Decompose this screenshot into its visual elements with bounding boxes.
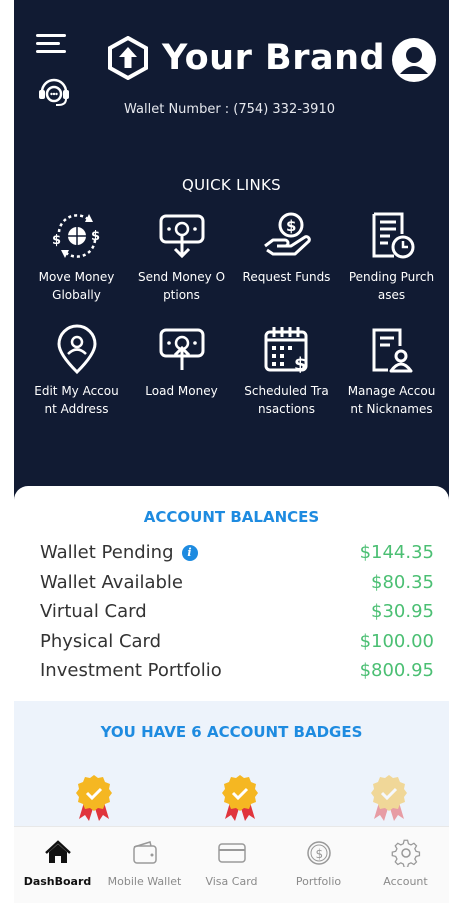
brand-name: Your Brand [162,38,386,78]
quick-link-load-money[interactable]: Load Money [129,324,234,418]
header: Your Brand Wallet Number : (754) 332-391… [14,0,449,505]
svg-text:$: $ [294,354,307,375]
gold-badge-icon[interactable] [75,773,113,823]
balance-list: Wallet Pending i $144.35 Wallet Availabl… [40,538,434,686]
svg-text:$: $ [91,229,100,244]
balance-value: $100.00 [359,630,434,652]
nav-label: Visa Card [205,875,258,888]
nav-visa-card[interactable]: Visa Card [188,827,275,903]
location-pin-user-icon [56,324,97,375]
send-money-icon [159,214,204,259]
quick-link-manage-nicknames[interactable]: Manage Account Nicknames [339,324,444,418]
dollar-coin-icon: $ [306,841,331,865]
quick-link-label: Manage Account Nicknames [347,384,436,416]
svg-text:$: $ [286,217,296,235]
gold-badge-icon[interactable] [370,773,408,823]
quick-link-request-funds[interactable]: $ Request Funds [234,210,339,304]
quick-link-scheduled-transactions[interactable]: $ Scheduled Transactions [234,324,339,418]
quick-link-move-money-globally[interactable]: $ $ Move Money Globally [24,210,129,304]
svg-text:$: $ [52,233,61,248]
balance-value: $800.95 [359,660,434,682]
nav-label: Portfolio [295,875,342,888]
balance-label: Wallet Available [40,571,184,593]
home-icon [44,840,71,863]
profile-icon[interactable] [390,36,438,84]
hand-coin-icon: $ [263,212,311,256]
gear-icon [391,839,420,867]
balance-row-wallet-available[interactable]: Wallet Available $80.35 [40,568,434,598]
balance-row-wallet-pending[interactable]: Wallet Pending i $144.35 [40,538,434,568]
globe-transfer-icon: $ $ [52,214,100,258]
pending-receipt-icon: . [372,212,414,259]
quick-link-label: Move Money Globally [38,270,115,302]
nav-mobile-wallet[interactable]: Mobile Wallet [101,827,188,903]
balance-label: Wallet Pending [40,542,174,564]
bottom-navigation: DashBoard Mobile Wallet Visa Card $ Port… [14,826,449,903]
account-balances-title: ACCOUNT BALANCES [143,508,320,526]
balance-value: $144.35 [359,542,434,564]
gold-badge-icon[interactable] [221,773,259,823]
nav-label: Mobile Wallet [107,875,182,888]
quick-link-send-money-options[interactable]: Send Money Options [129,210,234,304]
account-badges-section: YOU HAVE 6 ACCOUNT BADGES [14,701,449,826]
load-money-icon [159,328,204,370]
nav-label: DashBoard [23,875,92,888]
account-badges-title[interactable]: YOU HAVE 6 ACCOUNT BADGES [14,723,449,741]
balance-row-virtual-card[interactable]: Virtual Card $30.95 [40,597,434,627]
credit-card-icon [217,843,246,863]
quick-link-label: Pending Purchases [348,270,435,302]
balance-value: $80.35 [371,571,434,593]
quick-link-edit-account-address[interactable]: Edit My Account Address [24,324,129,418]
balance-value: $30.95 [371,601,434,623]
nav-account[interactable]: Account [362,827,449,903]
balance-label: Virtual Card [40,601,147,623]
nav-label: Account [383,875,428,888]
info-icon[interactable]: i [181,544,198,561]
quick-link-pending-purchases[interactable]: . Pending Purchases [339,210,444,304]
brand: Your Brand [106,36,385,80]
phone-screen: Your Brand Wallet Number : (754) 332-391… [14,0,449,903]
balance-label-wrap: Wallet Pending i [40,542,198,563]
quick-link-label: Scheduled Transactions [244,384,329,416]
wallet-number: Wallet Number : (754) 332-3910 [124,102,335,117]
nav-portfolio[interactable]: $ Portfolio [275,827,362,903]
svg-text:$: $ [315,847,323,861]
quick-link-label: Edit My Account Address [34,384,119,416]
menu-icon[interactable] [36,34,66,58]
quick-link-label: Send Money Options [137,270,226,302]
quick-link-label: Load Money [145,384,218,398]
wallet-icon [132,841,157,864]
balance-label: Physical Card [40,630,162,652]
brand-logo-icon [108,36,148,80]
calendar-dollar-icon: $ [264,327,307,375]
account-balances-card: ACCOUNT BALANCES Wallet Pending i $144.3… [14,486,449,701]
document-user-icon [372,328,412,373]
balance-label: Investment Portfolio [40,660,222,682]
balance-row-physical-card[interactable]: Physical Card $100.00 [40,627,434,657]
quick-links-title: QUICK LINKS [182,176,281,194]
balance-row-investment-portfolio[interactable]: Investment Portfolio $800.95 [40,656,434,686]
quick-links-grid: $ $ Move Money Globally Send Money Optio… [24,210,444,418]
nav-dashboard[interactable]: DashBoard [14,827,101,903]
quick-link-label: Request Funds [242,270,331,284]
